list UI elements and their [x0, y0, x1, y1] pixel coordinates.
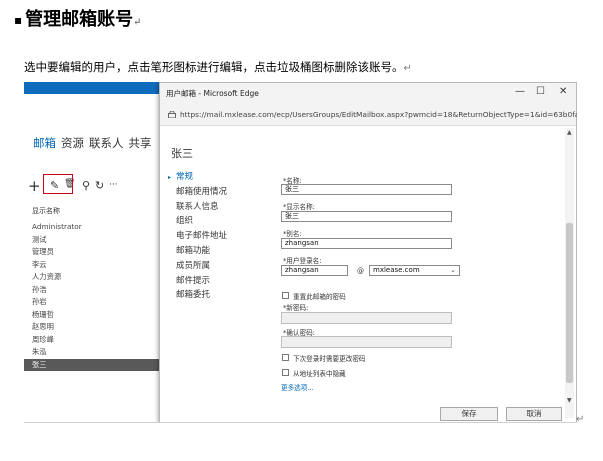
nav-resources[interactable]: 资源: [61, 136, 84, 150]
user-list-item[interactable]: 张三: [24, 358, 160, 371]
save-button[interactable]: 保存: [440, 407, 498, 421]
intro-paragraph: 选中要编辑的用户，点击笔形图标进行编辑，点击垃圾桶图标删除该账号。↵: [24, 59, 412, 75]
mailbox-nav-label: 邮件提示: [176, 275, 211, 286]
alias-label: *别名:: [283, 230, 302, 238]
user-list-item[interactable]: 赵思明: [24, 321, 160, 334]
page-title: 张三: [171, 147, 193, 160]
hide-from-list-label: 从地址列表中隐藏: [293, 370, 346, 378]
user-list-item[interactable]: 人力资源: [24, 271, 160, 284]
scrollbar-thumb[interactable]: [566, 223, 573, 383]
logon-input[interactable]: zhangsan: [281, 265, 348, 276]
nav-contacts[interactable]: 联系人: [89, 136, 124, 150]
mailbox-nav-label: 电子邮件地址: [176, 231, 228, 242]
lock-icon: [168, 111, 176, 118]
mailbox-nav-label: 联系人信息: [176, 201, 219, 212]
mailbox-nav-item[interactable]: 组织: [168, 214, 268, 229]
first-name-input[interactable]: 张三: [281, 184, 452, 195]
scroll-up-icon[interactable]: ▲: [567, 129, 572, 136]
highlight-box: [43, 174, 73, 194]
mailbox-nav-item[interactable]: 联系人信息: [168, 200, 268, 215]
intro-text: 选中要编辑的用户，点击笔形图标进行编辑，点击垃圾桶图标删除该账号。: [24, 60, 404, 74]
mailbox-nav-label: 邮箱使用情况: [176, 186, 228, 197]
close-icon[interactable]: ✕: [559, 86, 567, 97]
logon-label: *用户登录名:: [283, 257, 322, 265]
mailbox-nav-label: 邮箱功能: [176, 245, 211, 256]
mailbox-nav-label: 常规: [176, 172, 194, 182]
cancel-button[interactable]: 取消: [506, 407, 562, 421]
domain-select[interactable]: mxlease.com ⌄: [369, 265, 460, 276]
reset-password-label: 重置此邮箱的密码: [293, 293, 346, 301]
minimize-icon[interactable]: —: [515, 86, 525, 97]
mailbox-nav-item[interactable]: 邮箱功能: [168, 244, 268, 259]
mailbox-nav-label: 成员所属: [176, 260, 211, 271]
mailbox-nav-item[interactable]: 邮件提示: [168, 274, 268, 289]
new-password-label: *新密码:: [283, 304, 309, 312]
nav-shared[interactable]: 共享: [129, 136, 152, 150]
edge-window: 用户邮箱 - Microsoft Edge — ☐ ✕ https://mail…: [159, 82, 577, 423]
url-text[interactable]: https://mail.mxlease.com/ecp/UsersGroups…: [180, 110, 577, 119]
nav-mailbox[interactable]: 邮箱: [33, 136, 56, 150]
alias-input[interactable]: zhangsan: [281, 238, 452, 249]
column-header-display-name: 显示名称: [32, 207, 60, 215]
hide-from-list-checkbox[interactable]: [282, 369, 289, 376]
maximize-icon[interactable]: ☐: [536, 86, 545, 97]
main-nav: 邮箱 资源 联系人 共享: [33, 135, 157, 151]
mailbox-nav-item[interactable]: ▸ 常规: [168, 170, 268, 185]
display-name-label: *显示名称:: [283, 203, 315, 211]
chevron-down-icon: ⌄: [450, 266, 456, 274]
paragraph-mark: ↵: [133, 17, 142, 28]
mailbox-nav-label: 组织: [176, 216, 194, 227]
search-icon[interactable]: ⚲: [82, 179, 90, 192]
change-next-logon-label: 下次登录时需要更改密码: [293, 355, 366, 363]
change-next-logon-checkbox[interactable]: [282, 354, 289, 361]
mailbox-nav-item[interactable]: 电子邮件地址: [168, 229, 268, 244]
user-list-item[interactable]: 朱泓: [24, 346, 160, 359]
display-name-input[interactable]: 张三: [281, 211, 452, 222]
user-list-item[interactable]: 孙浩: [24, 284, 160, 297]
heading-text: 管理邮箱账号: [25, 9, 134, 30]
caret-right-icon: ▸: [168, 174, 172, 181]
confirm-password-input[interactable]: [281, 336, 452, 348]
mailbox-nav-label: 邮箱委托: [176, 290, 211, 301]
new-password-input[interactable]: [281, 312, 452, 324]
paragraph-mark: ↵: [576, 414, 585, 425]
user-list: Administrator 测试 管理员 李云 人力资源 孙浩 孙岩 杨珊哲 赵思明 周珍峰 朱泓张…: [24, 221, 160, 371]
add-icon[interactable]: +: [28, 177, 41, 195]
more-icon[interactable]: ···: [109, 180, 118, 190]
user-list-item[interactable]: 管理员: [24, 246, 160, 259]
user-list-item[interactable]: 孙岩: [24, 296, 160, 309]
user-list-item[interactable]: 李云: [24, 259, 160, 272]
domain-value: mxlease.com: [373, 266, 420, 274]
scroll-down-icon[interactable]: ▼: [567, 397, 572, 404]
mailbox-nav-item[interactable]: 邮箱委托: [168, 288, 268, 303]
section-heading: ▪ 管理邮箱账号↵: [14, 5, 142, 31]
bullet-mark: ▪: [14, 13, 23, 27]
more-options-link[interactable]: 更多选项...: [281, 382, 314, 392]
paragraph-mark: ↵: [403, 63, 412, 74]
mailbox-nav-item[interactable]: 邮箱使用情况: [168, 185, 268, 200]
window-title: 用户邮箱 - Microsoft Edge: [166, 89, 259, 98]
refresh-icon[interactable]: ↻: [95, 179, 104, 192]
mailbox-nav: ▸ 常规邮箱使用情况 联系人信息组织电子邮件地址 邮箱功能成员所属邮件提示邮箱委托: [168, 170, 268, 303]
frame-bottom-border: [24, 422, 577, 423]
admin-screenshot: 邮箱 资源 联系人 共享 + ✎ 🗑 ⚲ ↻ ··· 显示名称 Administrat…: [24, 82, 577, 423]
user-list-item[interactable]: Administrator: [24, 221, 160, 234]
mailbox-nav-item[interactable]: 成员所属: [168, 259, 268, 274]
reset-password-checkbox[interactable]: [282, 292, 289, 299]
user-list-item[interactable]: 测试: [24, 234, 160, 247]
at-sign: @: [357, 267, 364, 275]
user-list-item[interactable]: 周珍峰: [24, 334, 160, 347]
user-list-item[interactable]: 杨珊哲: [24, 309, 160, 322]
